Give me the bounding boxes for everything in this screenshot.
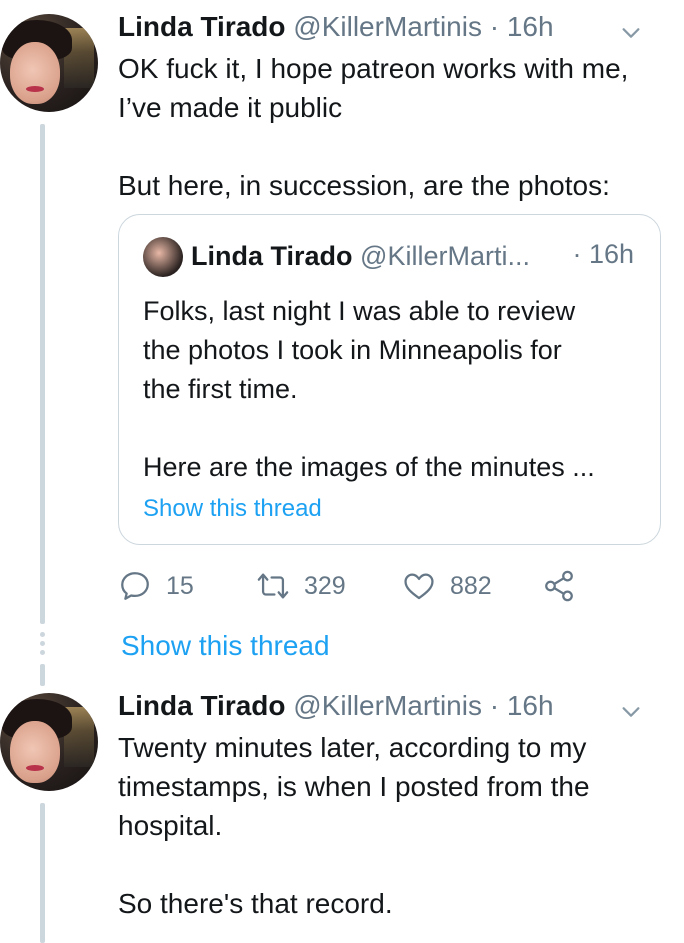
tweet-text: OK fuck it, I hope patreon works with me… <box>118 53 629 201</box>
author-handle[interactable]: @KillerMartinis <box>293 11 482 42</box>
timestamp[interactable]: 16h <box>507 11 554 42</box>
thread-line <box>40 124 45 624</box>
tweet[interactable]: Linda Tirado @KillerMartinis · 16h OK fu… <box>118 10 664 205</box>
quoted-tweet[interactable]: Linda Tirado @KillerMarti... · 16h Folks… <box>118 214 661 545</box>
author-handle: @KillerMarti... <box>360 241 530 271</box>
retweet-count: 329 <box>304 571 346 600</box>
thread-line <box>40 803 45 943</box>
share-icon <box>545 570 573 602</box>
share-button[interactable] <box>542 566 576 606</box>
chevron-down-icon[interactable] <box>620 701 642 723</box>
like-count: 882 <box>450 571 492 600</box>
show-thread-link[interactable]: Show this thread <box>121 630 330 662</box>
chevron-down-icon[interactable] <box>620 22 642 44</box>
reply-icon <box>121 572 149 600</box>
like-button[interactable]: 882 <box>402 566 492 606</box>
tweet-header: Linda Tirado @KillerMartinis · 16h <box>118 689 664 723</box>
author-name: Linda Tirado <box>191 241 353 271</box>
quoted-text: Folks, last night I was able to review t… <box>143 296 595 482</box>
avatar[interactable] <box>0 14 98 112</box>
show-thread-link[interactable]: Show this thread <box>143 495 322 523</box>
timestamp[interactable]: 16h <box>507 690 554 721</box>
author-handle[interactable]: @KillerMartinis <box>293 690 482 721</box>
reply-count: 15 <box>166 571 194 600</box>
author-name[interactable]: Linda Tirado <box>118 690 286 721</box>
thread-line <box>40 664 45 686</box>
separator: · <box>489 690 500 721</box>
tweet-text: Twenty minutes later, according to my ti… <box>118 732 590 919</box>
retweet-button[interactable]: 329 <box>256 566 346 606</box>
retweet-icon <box>257 573 289 599</box>
quoted-header: Linda Tirado @KillerMarti... <box>191 239 530 273</box>
reply-button[interactable]: 15 <box>118 566 194 606</box>
avatar <box>143 237 183 277</box>
separator: · <box>489 11 500 42</box>
avatar[interactable] <box>0 693 98 791</box>
author-name[interactable]: Linda Tirado <box>118 11 286 42</box>
thread-gap-dots <box>40 632 45 659</box>
timestamp: · 16h <box>572 239 634 269</box>
heart-icon <box>404 573 434 600</box>
tweet[interactable]: Linda Tirado @KillerMartinis · 16h Twent… <box>118 689 664 923</box>
tweet-header: Linda Tirado @KillerMartinis · 16h <box>118 10 664 44</box>
